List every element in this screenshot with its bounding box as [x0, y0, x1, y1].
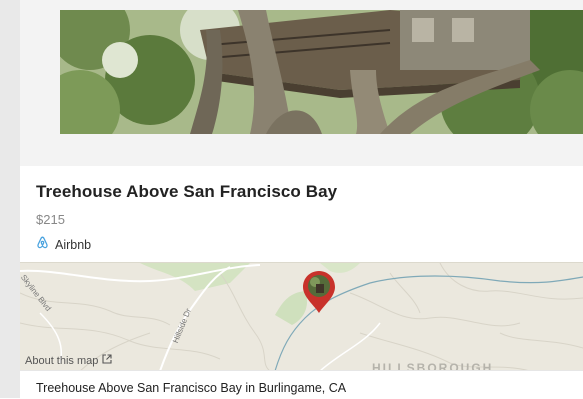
about-map-label: About this map [25, 354, 99, 367]
listing-source[interactable]: Airbnb [36, 236, 91, 254]
airbnb-logo-icon [36, 236, 49, 254]
treehouse-photo[interactable] [60, 10, 583, 134]
source-label: Airbnb [55, 238, 92, 252]
caption-bar: Treehouse Above San Francisco Bay in Bur… [20, 370, 583, 399]
left-rail [0, 0, 21, 398]
listing-card: Treehouse Above San Francisco Bay $215 A… [20, 166, 583, 262]
location-pin-icon[interactable] [301, 269, 337, 320]
listing-price: $215 [36, 212, 65, 227]
external-link-icon [102, 354, 112, 367]
treehouse-photo-art [60, 10, 583, 134]
location-map[interactable]: Skyline Blvd Hillside Dr HILLSBOROUGH Ab… [20, 262, 583, 371]
listing-title[interactable]: Treehouse Above San Francisco Bay [36, 182, 337, 202]
listing-caption: Treehouse Above San Francisco Bay in Bur… [36, 381, 347, 395]
about-map-link[interactable]: About this map [25, 354, 112, 367]
